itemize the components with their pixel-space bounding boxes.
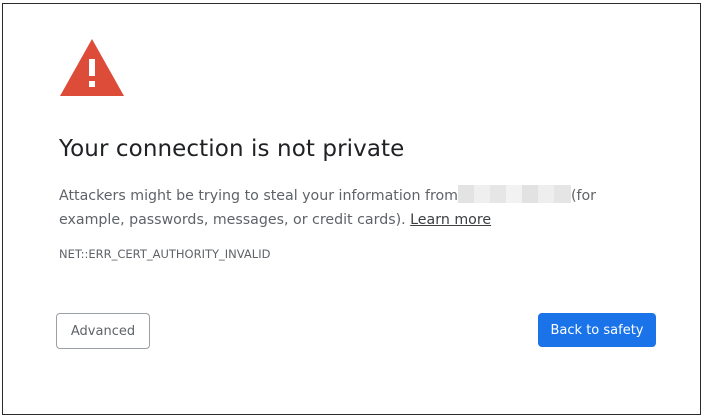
page-title: Your connection is not private — [59, 136, 405, 162]
description: Attackers might be trying to steal your … — [59, 184, 619, 232]
redacted-hostname — [457, 185, 571, 203]
warning-triangle-icon — [60, 39, 124, 96]
interstitial-page: Your connection is not private Attackers… — [2, 3, 701, 415]
learn-more-link[interactable]: Learn more — [410, 212, 491, 228]
advanced-button[interactable]: Advanced — [56, 313, 150, 349]
description-text: Attackers might be trying to steal your … — [59, 188, 458, 204]
back-to-safety-button[interactable]: Back to safety — [538, 313, 656, 347]
error-code: NET::ERR_CERT_AUTHORITY_INVALID — [59, 247, 271, 261]
